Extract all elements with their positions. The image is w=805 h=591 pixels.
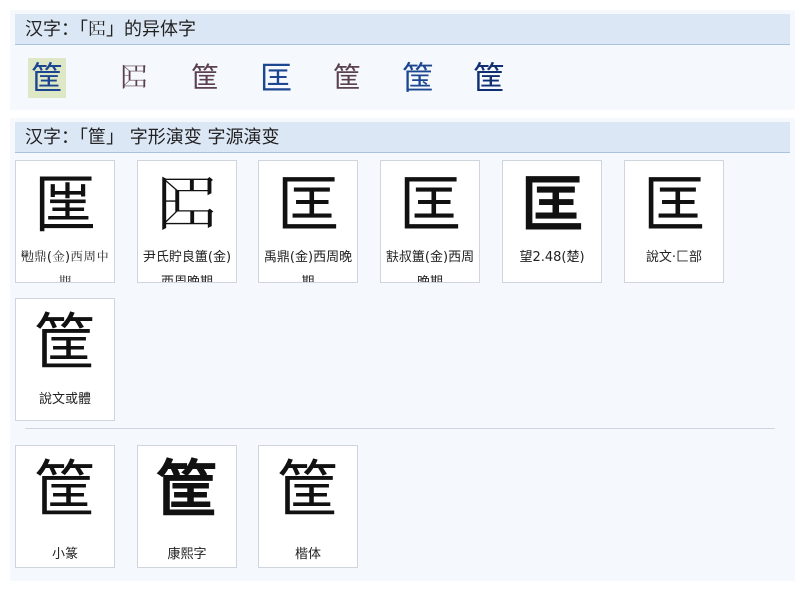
script-caption: 小篆 bbox=[51, 547, 78, 562]
evolution-panel: 汉字：「筐」 字形演变 字源演变 匩 𠣈鼎(金)西周中期 𠥓 尹氏貯良簠(金)西… bbox=[10, 118, 795, 581]
variants-panel: 汉字：「𠥓」的异体字 筐 𠥓 筐 匡 筐 筺 筐 bbox=[10, 10, 795, 110]
variant-glyph[interactable]: 筐 bbox=[28, 58, 66, 98]
script-glyph: 筐 bbox=[155, 453, 218, 526]
evolution-glyph: 匡 bbox=[520, 168, 583, 241]
evolution-glyph: 匩 bbox=[33, 168, 96, 241]
evolution-card[interactable]: 匡 望2.48(楚) bbox=[502, 160, 602, 283]
evolution-glyph: 匡 bbox=[276, 168, 339, 241]
evolution-glyph: 𠥓 bbox=[155, 168, 218, 241]
variant-glyph[interactable]: 𠥓 bbox=[99, 58, 169, 98]
evolution-caption: 說文或體 bbox=[38, 392, 91, 407]
evolution-header: 汉字：「筐」 字形演变 字源演变 bbox=[15, 122, 790, 153]
variant-glyph[interactable]: 匡 bbox=[241, 58, 311, 98]
evolution-caption: 說文·匚部 bbox=[645, 250, 703, 265]
evolution-glyph: 筐 bbox=[33, 306, 96, 379]
evolution-card[interactable]: 匡 禹鼎(金)西周晚期 bbox=[258, 160, 358, 283]
variant-glyph[interactable]: 筐 bbox=[454, 58, 524, 98]
evolution-card[interactable]: 匡 說文·匚部 bbox=[624, 160, 724, 283]
evolution-card[interactable]: 𠥓 尹氏貯良簠(金)西周晚期 bbox=[137, 160, 237, 283]
evolution-caption: 望2.48(楚) bbox=[519, 250, 585, 265]
evolution-caption: 𠣈鼎(金)西周中期 bbox=[20, 250, 110, 283]
variant-glyph[interactable]: 筐 bbox=[170, 58, 240, 98]
evolution-glyph: 匡 bbox=[642, 168, 705, 241]
variants-row: 筐 𠥓 筐 匡 筐 筺 筐 bbox=[28, 58, 525, 98]
script-glyph: 筐 bbox=[33, 453, 96, 526]
script-card[interactable]: 筐 小篆 bbox=[15, 445, 115, 568]
variant-glyph[interactable]: 筐 bbox=[312, 58, 382, 98]
script-glyph: 筐 bbox=[276, 453, 339, 526]
script-card[interactable]: 筐 楷体 bbox=[258, 445, 358, 568]
evolution-card[interactable]: 筐 說文或體 bbox=[15, 298, 115, 421]
evolution-caption: 禹鼎(金)西周晚期 bbox=[263, 250, 353, 283]
evolution-card[interactable]: 匩 𠣈鼎(金)西周中期 bbox=[15, 160, 115, 283]
evolution-caption: 㝬叔簠(金)西周晚期 bbox=[385, 250, 475, 283]
evolution-card[interactable]: 匡 㝬叔簠(金)西周晚期 bbox=[380, 160, 480, 283]
variants-header: 汉字：「𠥓」的异体字 bbox=[15, 14, 790, 45]
evolution-caption: 尹氏貯良簠(金)西周晚期 bbox=[142, 250, 232, 283]
script-caption: 康熙字 bbox=[167, 547, 207, 562]
section-divider bbox=[25, 428, 775, 429]
variant-glyph[interactable]: 筺 bbox=[383, 58, 453, 98]
script-card[interactable]: 筐 康熙字 bbox=[137, 445, 237, 568]
script-caption: 楷体 bbox=[294, 547, 321, 562]
evolution-glyph: 匡 bbox=[398, 168, 461, 241]
